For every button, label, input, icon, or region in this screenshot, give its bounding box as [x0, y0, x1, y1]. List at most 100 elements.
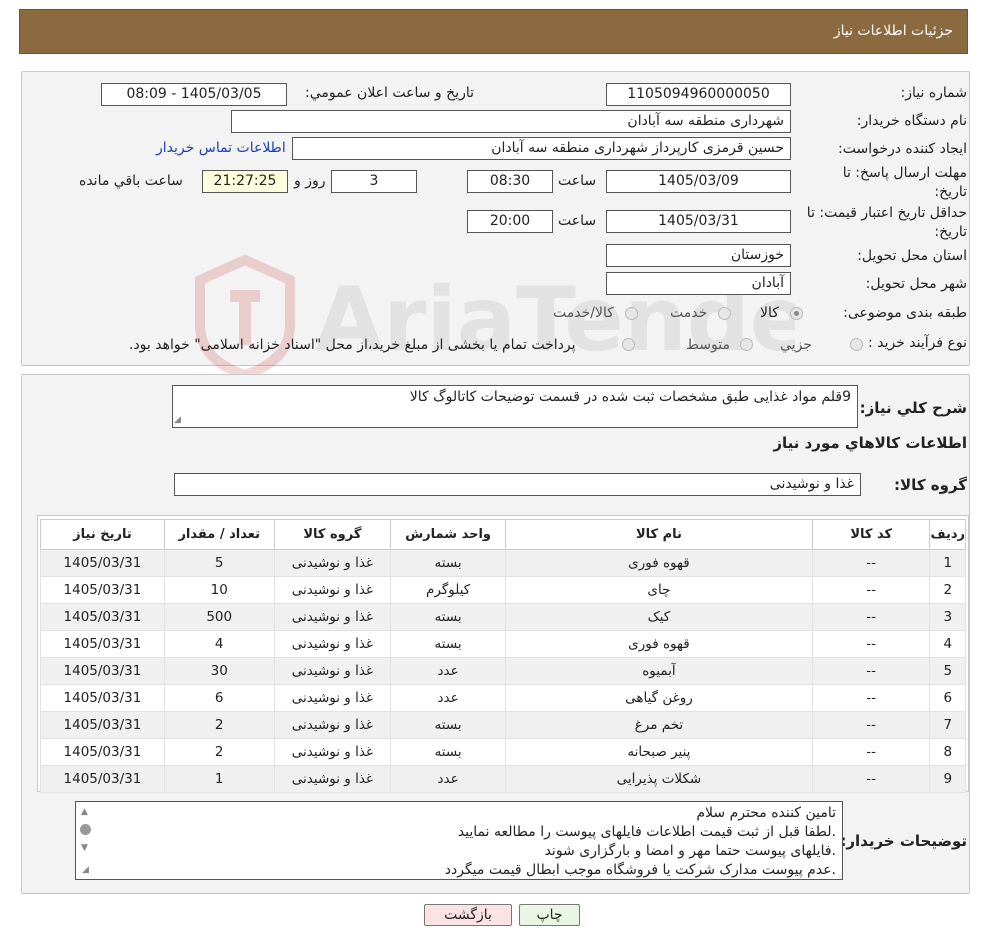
need-no-label: شماره نياز: — [900, 85, 968, 101]
cell-group: غذا و نوشیدنی — [273, 576, 392, 604]
creator-field: حسین قرمزی کارپرداز شهرداری منطقه سه آبا… — [292, 137, 791, 160]
table-row: 4 -- قهوه فوری بسته غذا و نوشیدنی 4 1405/03/31 — [40, 630, 966, 658]
notes-line-4: .عدم پیوست مدارک شرکت یا فروشگاه موجب اب… — [444, 862, 836, 878]
cell-row: 6 — [929, 684, 966, 712]
process-option-minor: جزيي — [780, 337, 812, 353]
cell-qty: 5 — [163, 549, 275, 577]
page-header: جزئيات اطلاعات نياز — [19, 9, 968, 54]
category-radio-both[interactable] — [625, 307, 638, 320]
print-button[interactable]: چاپ — [519, 904, 580, 926]
cell-code: -- — [811, 711, 931, 739]
province-field: خوزستان — [606, 244, 791, 267]
table-row: 5 -- آبمیوه عدد غذا و نوشیدنی 30 1405/03/31 — [40, 657, 966, 685]
buyer-label: نام دستگاه خريدار: — [856, 113, 967, 129]
validity-time-label: ساعت — [558, 213, 597, 229]
cell-date: 1405/03/31 — [40, 576, 165, 604]
process-note: پرداخت تمام یا بخشی از مبلغ خرید،از محل … — [129, 337, 576, 353]
description-field[interactable]: 9قلم مواد غذایی طبق مشخصات ثبت شده در قس… — [172, 385, 858, 428]
cell-code: -- — [811, 630, 931, 658]
scroll-thumb[interactable] — [80, 824, 91, 835]
category-option-both: کالا/خدمت — [553, 305, 614, 321]
cell-code: -- — [811, 657, 931, 685]
cell-code: -- — [811, 684, 931, 712]
cell-name: قهوه فوری — [504, 549, 813, 577]
cell-name: تخم مرغ — [504, 711, 813, 739]
cell-group: غذا و نوشیدنی — [273, 684, 392, 712]
cell-date: 1405/03/31 — [40, 549, 165, 577]
deadline-label-2: تاريخ: — [934, 184, 967, 200]
col-row: رديف — [929, 519, 966, 550]
cell-row: 9 — [929, 765, 966, 793]
goods-info-title: اطلاعات کالاهاي مورد نياز — [773, 434, 967, 452]
contact-buyer-link[interactable]: اطلاعات تماس خريدار — [156, 140, 286, 156]
resize-corner-icon: ◢ — [82, 865, 89, 875]
cell-row: 1 — [929, 549, 966, 577]
notes-scrollbar[interactable]: ▲ ▼ ◢ — [77, 805, 95, 878]
group-field: غذا و نوشیدنی — [174, 473, 861, 496]
cell-date: 1405/03/31 — [40, 711, 165, 739]
deadline-label: مهلت ارسال پاسخ: تا — [842, 165, 967, 181]
deadline-time-label: ساعت — [558, 173, 597, 189]
province-label: استان محل تحويل: — [857, 248, 967, 264]
table-row: 6 -- روغن گیاهی عدد غذا و نوشیدنی 6 1405/03/31 — [40, 684, 966, 712]
need-no-field: 1105094960000050 — [606, 83, 791, 106]
cell-unit: بسته — [390, 630, 506, 658]
cell-unit: عدد — [390, 657, 506, 685]
city-label: شهر محل تحويل: — [865, 276, 967, 292]
remaining-time-field: 21:27:25 — [202, 170, 288, 193]
cell-group: غذا و نوشیدنی — [273, 603, 392, 631]
cell-unit: بسته — [390, 711, 506, 739]
process-label: نوع فرآيند خريد : — [868, 335, 967, 351]
announce-field: 1405/03/05 - 08:09 — [101, 83, 287, 106]
table-row: 1 -- قهوه فوری بسته غذا و نوشیدنی 5 1405/03/31 — [40, 549, 966, 577]
process-radio-treasury[interactable] — [622, 338, 635, 351]
process-radio-medium[interactable] — [740, 338, 753, 351]
back-button[interactable]: بازگشت — [424, 904, 512, 926]
cell-code: -- — [811, 603, 931, 631]
days-label: روز و — [294, 173, 326, 189]
cell-date: 1405/03/31 — [40, 684, 165, 712]
cell-name: چای — [504, 576, 813, 604]
buyer-field: شهرداری منطقه سه آبادان — [231, 110, 791, 133]
cell-unit: بسته — [390, 738, 506, 766]
category-radio-service[interactable] — [718, 307, 731, 320]
category-option-service: خدمت — [670, 305, 708, 321]
cell-group: غذا و نوشیدنی — [273, 765, 392, 793]
validity-label-2: تاريخ: — [934, 224, 967, 240]
col-code: کد کالا — [811, 519, 931, 550]
buyer-notes-field[interactable]: تامین کننده محترم سلام .لطفا قبل از ثبت … — [75, 801, 843, 880]
scroll-down-icon[interactable]: ▼ — [81, 843, 88, 853]
cell-code: -- — [811, 765, 931, 793]
scroll-up-icon[interactable]: ▲ — [81, 807, 88, 817]
cell-date: 1405/03/31 — [40, 738, 165, 766]
validity-label: حداقل تاريخ اعتبار قيمت: تا — [806, 205, 967, 221]
cell-qty: 30 — [163, 657, 275, 685]
cell-row: 3 — [929, 603, 966, 631]
cell-qty: 2 — [163, 738, 275, 766]
cell-row: 5 — [929, 657, 966, 685]
notes-line-3: .فایلهای پیوست حتما مهر و امضا و بارگزار… — [544, 843, 836, 859]
cell-row: 7 — [929, 711, 966, 739]
cell-row: 2 — [929, 576, 966, 604]
cell-unit: بسته — [390, 549, 506, 577]
cell-name: قهوه فوری — [504, 630, 813, 658]
cell-unit: عدد — [390, 765, 506, 793]
cell-group: غذا و نوشیدنی — [273, 711, 392, 739]
deadline-date-field: 1405/03/09 — [606, 170, 791, 193]
resize-handle-icon: ◢ — [174, 415, 181, 425]
cell-qty: 4 — [163, 630, 275, 658]
cell-qty: 2 — [163, 711, 275, 739]
notes-line-1: تامین کننده محترم سلام — [696, 805, 836, 821]
cell-group: غذا و نوشیدنی — [273, 549, 392, 577]
table-row: 9 -- شکلات پذیرایی عدد غذا و نوشیدنی 1 1405/03… — [40, 765, 966, 793]
notes-line-2: .لطفا قبل از ثبت قیمت اطلاعات فایلهای پی… — [457, 824, 836, 840]
cell-name: کیک — [504, 603, 813, 631]
cell-group: غذا و نوشیدنی — [273, 738, 392, 766]
group-label: گروه کالا: — [894, 476, 967, 494]
category-label: طبقه بندی موضوعی: — [843, 305, 967, 321]
process-radio-minor[interactable] — [850, 338, 863, 351]
cell-name: آبمیوه — [504, 657, 813, 685]
category-radio-goods[interactable] — [790, 307, 803, 320]
creator-label: ايجاد کننده درخواست: — [838, 141, 967, 157]
col-qty: تعداد / مقدار — [163, 519, 275, 550]
